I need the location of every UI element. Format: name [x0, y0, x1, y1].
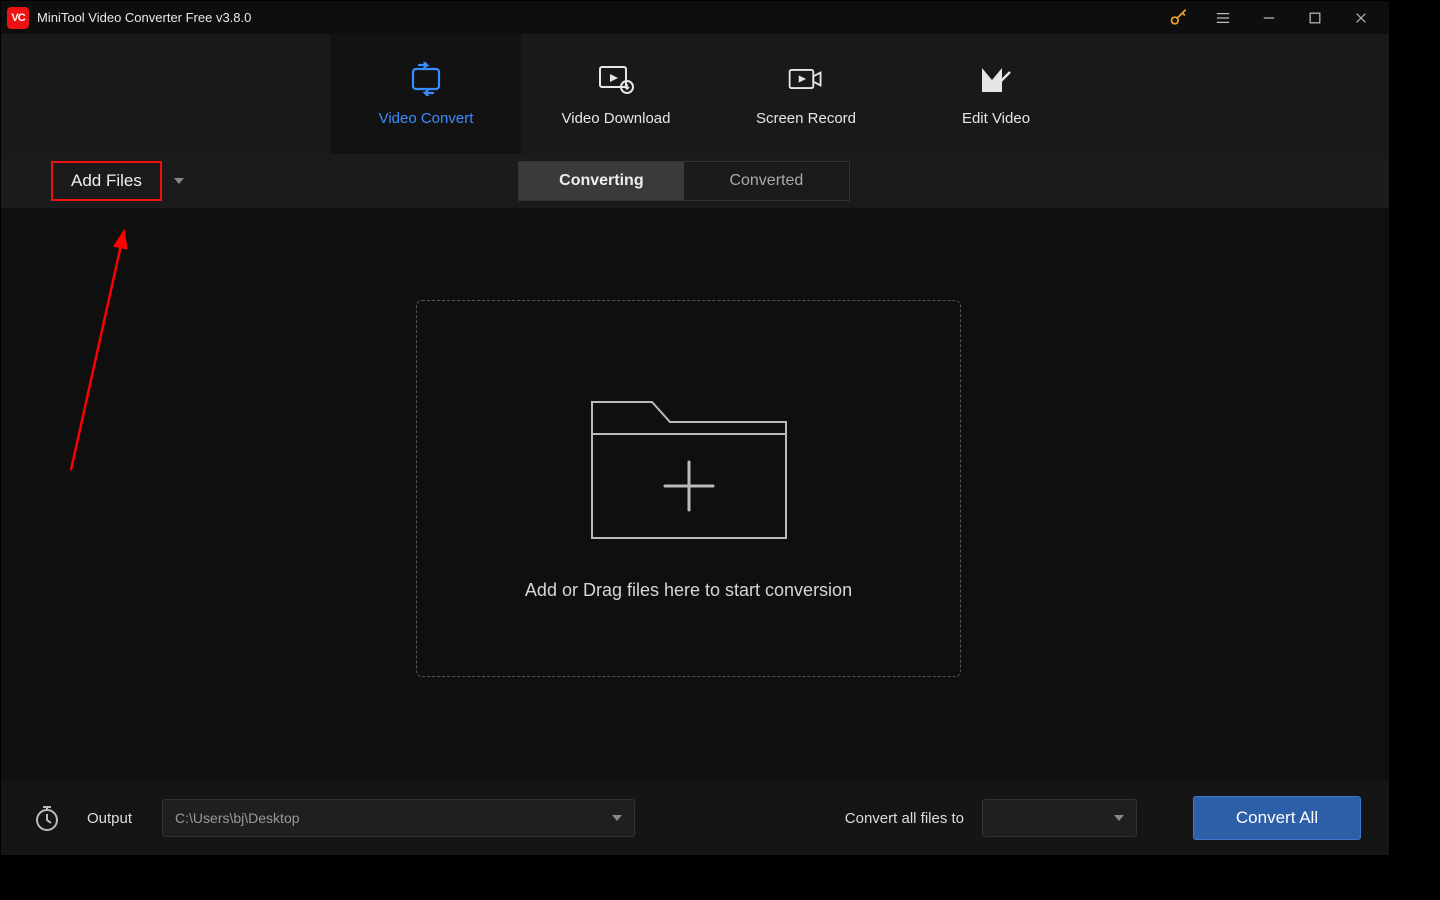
- app-title: MiniTool Video Converter Free v3.8.0: [37, 10, 251, 25]
- record-icon: [786, 62, 826, 96]
- convert-icon: [406, 62, 446, 96]
- tab-label: Video Convert: [379, 110, 474, 127]
- add-files-dropdown[interactable]: [170, 172, 188, 190]
- tab-screen-record[interactable]: Screen Record: [711, 34, 901, 154]
- toolbar: Add Files Converting Converted: [1, 154, 1389, 208]
- tab-edit-video[interactable]: Edit Video: [901, 34, 1091, 154]
- tab-label: Video Download: [562, 110, 671, 127]
- app-logo-icon: VC: [7, 7, 29, 29]
- main-nav: Video Convert Video Download: [1, 34, 1389, 154]
- edit-icon: [976, 62, 1016, 96]
- titlebar-controls: [1169, 6, 1389, 30]
- titlebar: VC MiniTool Video Converter Free v3.8.0: [1, 1, 1389, 34]
- drop-zone[interactable]: Add or Drag files here to start conversi…: [416, 300, 961, 677]
- drop-zone-text: Add or Drag files here to start conversi…: [525, 580, 852, 601]
- work-area: Add or Drag files here to start conversi…: [1, 208, 1389, 781]
- app-window: VC MiniTool Video Converter Free v3.8.0: [0, 0, 1390, 854]
- download-icon: [596, 62, 636, 96]
- tab-label: Screen Record: [756, 110, 856, 127]
- add-files-group: Add Files: [1, 154, 188, 208]
- maximize-button[interactable]: [1303, 6, 1327, 30]
- timer-icon[interactable]: [29, 800, 65, 836]
- output-path-select[interactable]: C:\Users\bj\Desktop: [162, 799, 635, 837]
- status-segmented: Converting Converted: [518, 161, 850, 201]
- annotation-arrow: [61, 220, 141, 480]
- convert-all-button[interactable]: Convert All: [1193, 796, 1361, 840]
- tab-video-download[interactable]: Video Download: [521, 34, 711, 154]
- output-label: Output: [87, 810, 132, 827]
- output-path-value: C:\Users\bj\Desktop: [175, 810, 299, 826]
- convert-all-label: Convert all files to: [845, 810, 964, 827]
- key-icon[interactable]: [1169, 8, 1189, 28]
- bottom-bar: Output C:\Users\bj\Desktop Convert all f…: [1, 781, 1389, 855]
- chevron-down-icon: [1114, 815, 1124, 821]
- add-folder-icon[interactable]: [1, 171, 47, 191]
- add-files-button[interactable]: Add Files: [51, 161, 162, 201]
- format-select[interactable]: [982, 799, 1137, 837]
- tab-video-convert[interactable]: Video Convert: [331, 34, 521, 154]
- seg-converting[interactable]: Converting: [519, 162, 684, 200]
- menu-icon[interactable]: [1211, 6, 1235, 30]
- seg-converted[interactable]: Converted: [684, 162, 849, 200]
- tab-label: Edit Video: [962, 110, 1030, 127]
- close-button[interactable]: [1349, 6, 1373, 30]
- chevron-down-icon: [612, 815, 622, 821]
- minimize-button[interactable]: [1257, 6, 1281, 30]
- folder-add-icon: [584, 376, 794, 552]
